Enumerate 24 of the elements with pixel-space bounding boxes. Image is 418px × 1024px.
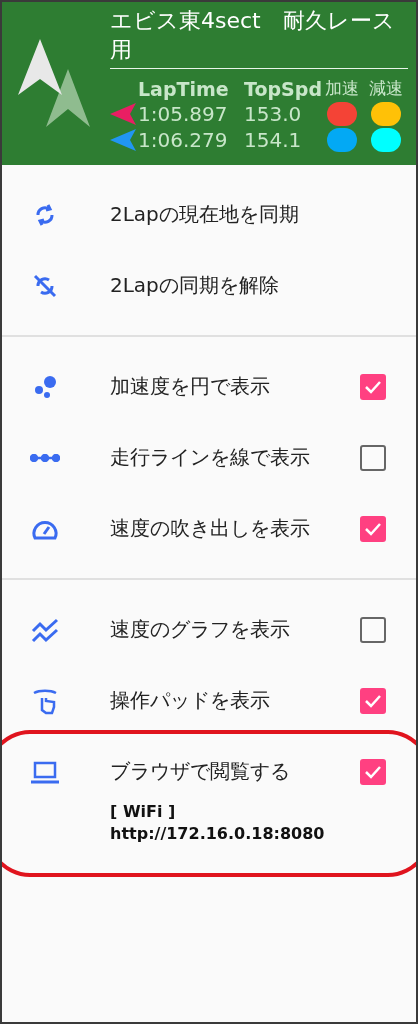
column-header: LapTime bbox=[138, 77, 230, 100]
lap-time: 1:06.279 bbox=[138, 128, 229, 152]
track-title: エビス東4sect 耐久レース用 bbox=[110, 6, 408, 69]
menu-item[interactable]: 操作パッドを表示 bbox=[2, 665, 416, 736]
column-header: TopSpd bbox=[244, 77, 320, 100]
menu-item[interactable]: 走行ラインを線で表示 bbox=[2, 422, 416, 493]
menu-item[interactable]: 加速度を円で表示 bbox=[2, 351, 416, 422]
checkbox[interactable] bbox=[360, 373, 386, 400]
top-speed: 153.0 bbox=[244, 102, 303, 126]
menu-item[interactable]: 2Lapの同期を解除 bbox=[2, 250, 416, 321]
lap-time: 1:05.897 bbox=[138, 102, 229, 126]
menu-item[interactable]: 2Lapの現在地を同期 bbox=[2, 179, 416, 250]
checkbox[interactable] bbox=[360, 758, 386, 785]
checkbox[interactable] bbox=[360, 687, 386, 714]
top-speed: 154.1 bbox=[244, 128, 303, 152]
line-dots-icon bbox=[30, 453, 60, 462]
checkbox[interactable] bbox=[360, 515, 386, 542]
column-header: 減速 bbox=[368, 77, 404, 100]
column-header: 加速 bbox=[324, 77, 360, 100]
menu-item[interactable]: 速度のグラフを表示 bbox=[2, 594, 416, 665]
wifi-address: [ WiFi ] http://172.16.0.18:8080 bbox=[110, 801, 326, 845]
checkbox[interactable] bbox=[360, 444, 386, 471]
menu-item[interactable]: 速度の吹き出しを表示 bbox=[2, 493, 416, 564]
checkbox[interactable] bbox=[360, 616, 386, 643]
